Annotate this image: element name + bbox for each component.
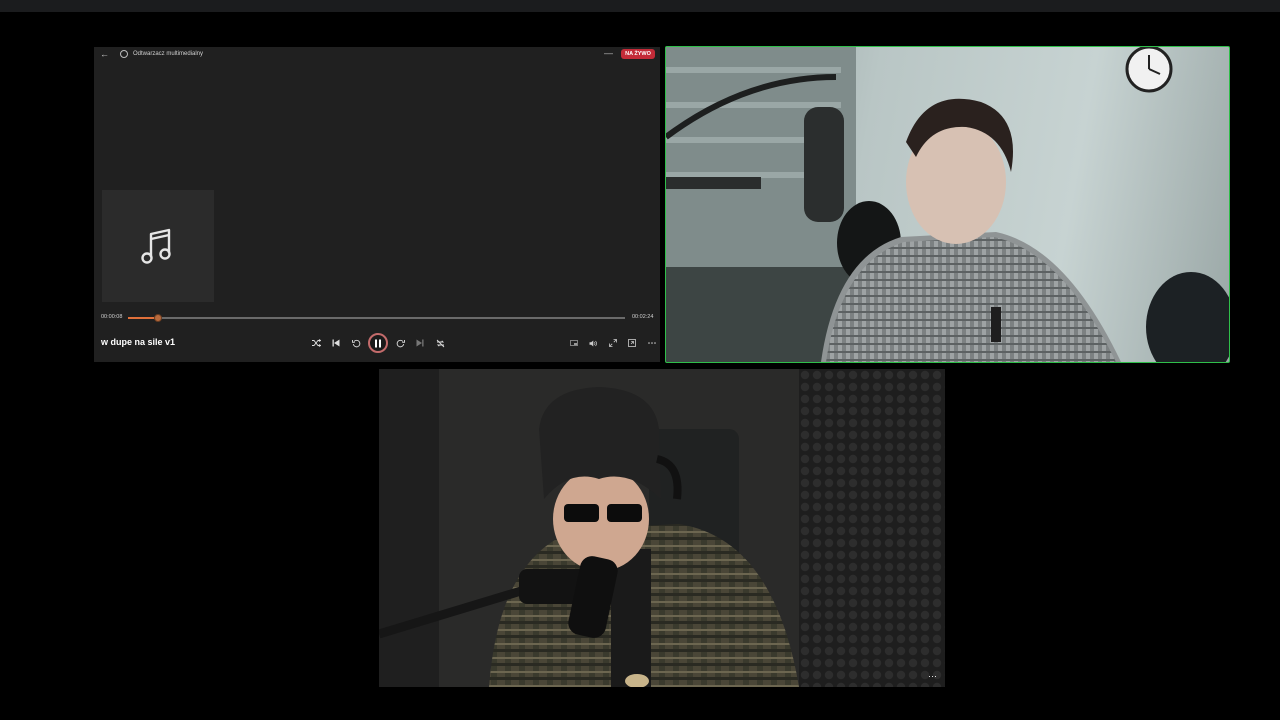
seek-thumb[interactable] — [153, 314, 162, 322]
cast-icon[interactable] — [623, 333, 643, 353]
back-arrow-icon[interactable]: ← — [100, 48, 109, 60]
video-frame — [379, 369, 945, 687]
pause-icon — [375, 339, 381, 347]
player-title: Odtwarzacz multimedialny — [133, 51, 204, 57]
media-player-tile: ← Odtwarzacz multimedialny — NA ŻYWO 00:… — [94, 47, 660, 362]
fullscreen-icon[interactable] — [603, 333, 623, 353]
album-art — [102, 190, 214, 302]
shuffle-icon[interactable] — [306, 333, 326, 353]
current-time: 00:00:08 — [101, 314, 123, 320]
music-note-icon — [141, 228, 171, 264]
participant-video[interactable]: ··· — [379, 369, 945, 687]
video-frame — [666, 47, 1229, 362]
total-time: 00:02:24 — [632, 314, 654, 320]
pause-button[interactable] — [368, 333, 388, 353]
more-icon[interactable] — [642, 333, 660, 353]
live-badge: NA ŻYWO — [621, 49, 655, 59]
song-title: w dupe na sile v1 — [101, 337, 176, 347]
playback-controls — [306, 332, 450, 354]
window-top-bar — [0, 0, 1280, 12]
volume-icon[interactable] — [584, 333, 604, 353]
next-icon[interactable] — [410, 333, 430, 353]
view-controls — [564, 332, 660, 354]
repeat-off-icon[interactable] — [430, 333, 450, 353]
media-player-icon — [120, 50, 128, 58]
seek-bar[interactable] — [128, 314, 625, 322]
participant-video-active-speaker[interactable] — [665, 46, 1230, 363]
player-header: ← Odtwarzacz multimedialny — NA ŻYWO — [94, 47, 660, 61]
previous-icon[interactable] — [326, 333, 346, 353]
miniplayer-icon[interactable] — [564, 333, 584, 353]
forward-30-icon[interactable] — [390, 333, 410, 353]
rewind-10-icon[interactable] — [346, 333, 366, 353]
minimize-icon[interactable]: — — [604, 47, 613, 59]
participant-more-button[interactable]: ··· — [928, 671, 937, 681]
